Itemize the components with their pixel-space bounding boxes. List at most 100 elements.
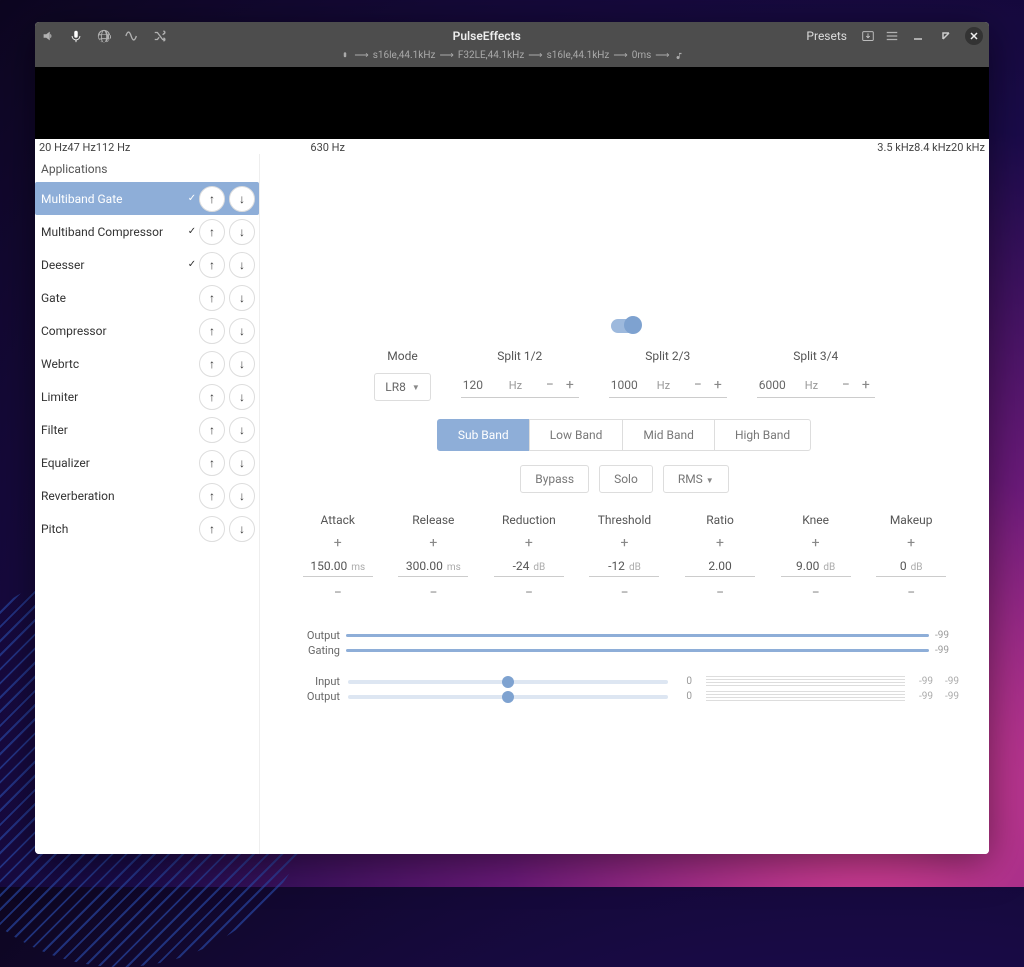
increment-button[interactable]: + — [617, 535, 631, 551]
waveform-icon[interactable] — [125, 29, 139, 43]
split-value-field[interactable] — [463, 378, 503, 392]
sidebar-item-webrtc[interactable]: Webrtc↑↓ — [35, 347, 259, 380]
sidebar-item-deesser[interactable]: Deesser✓↑↓ — [35, 248, 259, 281]
tab-sub-band[interactable]: Sub Band — [437, 419, 530, 451]
move-up-button[interactable]: ↑ — [199, 384, 225, 410]
globe-icon[interactable] — [97, 29, 111, 43]
param-value[interactable]: 2.00 — [685, 559, 755, 577]
move-up-button[interactable]: ↑ — [199, 450, 225, 476]
sidebar-item-multiband-gate[interactable]: Multiband Gate✓↑↓ — [35, 182, 259, 215]
move-up-button[interactable]: ↑ — [199, 219, 225, 245]
move-up-button[interactable]: ↑ — [199, 351, 225, 377]
increment-button[interactable]: + — [809, 535, 823, 551]
decrement-button[interactable]: − — [691, 377, 705, 393]
detection-select[interactable]: RMS ▼ — [663, 465, 729, 493]
decrement-button[interactable]: − — [839, 377, 853, 393]
increment-button[interactable]: + — [331, 535, 345, 551]
minimize-button[interactable] — [909, 27, 927, 45]
decrement-button[interactable]: − — [522, 585, 536, 601]
split-2-input[interactable]: Hz−+ — [609, 373, 727, 398]
decrement-button[interactable]: − — [713, 585, 727, 601]
decrement-button[interactable]: − — [331, 585, 345, 601]
increment-button[interactable]: + — [426, 535, 440, 551]
move-down-button[interactable]: ↓ — [229, 318, 255, 344]
hamburger-icon[interactable] — [885, 29, 899, 43]
maximize-button[interactable] — [937, 27, 955, 45]
decrement-button[interactable]: − — [809, 585, 823, 601]
sidebar-item-label: Filter — [41, 423, 185, 437]
move-up-button[interactable]: ↑ — [199, 285, 225, 311]
move-up-button[interactable]: ↑ — [199, 252, 225, 278]
sidebar-item-compressor[interactable]: Compressor↑↓ — [35, 314, 259, 347]
move-down-button[interactable]: ↓ — [229, 483, 255, 509]
increment-button[interactable]: + — [904, 535, 918, 551]
sidebar-item-reverberation[interactable]: Reverberation↑↓ — [35, 479, 259, 512]
check-icon: ✓ — [185, 193, 199, 204]
move-up-button[interactable]: ↑ — [199, 516, 225, 542]
sidebar-item-equalizer[interactable]: Equalizer↑↓ — [35, 446, 259, 479]
output-gain-value: 0 — [676, 691, 692, 702]
param-value[interactable]: -12dB — [589, 559, 659, 577]
decrement-button[interactable]: − — [426, 585, 440, 601]
param-value[interactable]: 300.00ms — [398, 559, 468, 577]
move-down-button[interactable]: ↓ — [229, 450, 255, 476]
move-down-button[interactable]: ↓ — [229, 417, 255, 443]
sidebar-item-multiband-compressor[interactable]: Multiband Compressor✓↑↓ — [35, 215, 259, 248]
param-label: Release — [412, 513, 454, 527]
sidebar-item-label: Gate — [41, 291, 185, 305]
move-up-button[interactable]: ↑ — [199, 186, 225, 212]
sidebar-item-gate[interactable]: Gate ↑↓ — [35, 281, 259, 314]
sidebar-item-filter[interactable]: Filter ↑↓ — [35, 413, 259, 446]
increment-button[interactable]: + — [859, 377, 873, 393]
output-gain-slider[interactable] — [348, 695, 668, 699]
move-down-button[interactable]: ↓ — [229, 516, 255, 542]
tab-low-band[interactable]: Low Band — [529, 419, 624, 451]
presets-button[interactable]: Presets — [806, 29, 847, 43]
param-value[interactable]: 9.00dB — [781, 559, 851, 577]
output-gain-label: Output — [290, 690, 340, 703]
decrement-button[interactable]: − — [543, 377, 557, 393]
speaker-icon[interactable] — [41, 29, 55, 43]
split-value-field[interactable] — [611, 378, 651, 392]
shuffle-icon[interactable] — [153, 29, 167, 43]
move-down-button[interactable]: ↓ — [229, 351, 255, 377]
param-value[interactable]: -24dB — [494, 559, 564, 577]
decrement-button[interactable]: − — [617, 585, 631, 601]
split-3-input[interactable]: Hz−+ — [757, 373, 875, 398]
move-down-button[interactable]: ↓ — [229, 219, 255, 245]
bypass-button[interactable]: Bypass — [520, 465, 589, 493]
move-up-button[interactable]: ↑ — [199, 318, 225, 344]
move-down-button[interactable]: ↓ — [229, 186, 255, 212]
solo-button[interactable]: Solo — [599, 465, 653, 493]
pipeline-subtitle: ⟶s16le,44.1kHz ⟶F32LE,44.1kHz ⟶s16le,44.… — [35, 50, 989, 67]
move-up-button[interactable]: ↑ — [199, 417, 225, 443]
effect-enable-toggle[interactable] — [611, 319, 639, 333]
split-1-input[interactable]: Hz−+ — [461, 373, 579, 398]
param-label: Makeup — [890, 513, 933, 527]
param-label: Knee — [802, 513, 829, 527]
increment-button[interactable]: + — [563, 377, 577, 393]
close-button[interactable] — [965, 27, 983, 45]
tab-high-band[interactable]: High Band — [714, 419, 811, 451]
move-down-button[interactable]: ↓ — [229, 384, 255, 410]
move-up-button[interactable]: ↑ — [199, 483, 225, 509]
presets-load-icon[interactable] — [861, 29, 875, 43]
input-gain-slider[interactable] — [348, 680, 668, 684]
microphone-icon[interactable] — [69, 29, 83, 43]
increment-button[interactable]: + — [711, 377, 725, 393]
move-down-button[interactable]: ↓ — [229, 285, 255, 311]
sidebar-item-pitch[interactable]: Pitch↑↓ — [35, 512, 259, 545]
split-value-field[interactable] — [759, 378, 799, 392]
tab-mid-band[interactable]: Mid Band — [622, 419, 715, 451]
param-value[interactable]: 0dB — [876, 559, 946, 577]
decrement-button[interactable]: − — [904, 585, 918, 601]
sidebar-item-label: Deesser — [41, 258, 185, 272]
sidebar-item-limiter[interactable]: Limiter↑↓ — [35, 380, 259, 413]
increment-button[interactable]: + — [522, 535, 536, 551]
param-value[interactable]: 150.00ms — [303, 559, 373, 577]
move-down-button[interactable]: ↓ — [229, 252, 255, 278]
param-label: Ratio — [706, 513, 734, 527]
mode-label: Mode — [387, 349, 417, 363]
mode-select[interactable]: LR8▼ — [374, 373, 431, 401]
increment-button[interactable]: + — [713, 535, 727, 551]
